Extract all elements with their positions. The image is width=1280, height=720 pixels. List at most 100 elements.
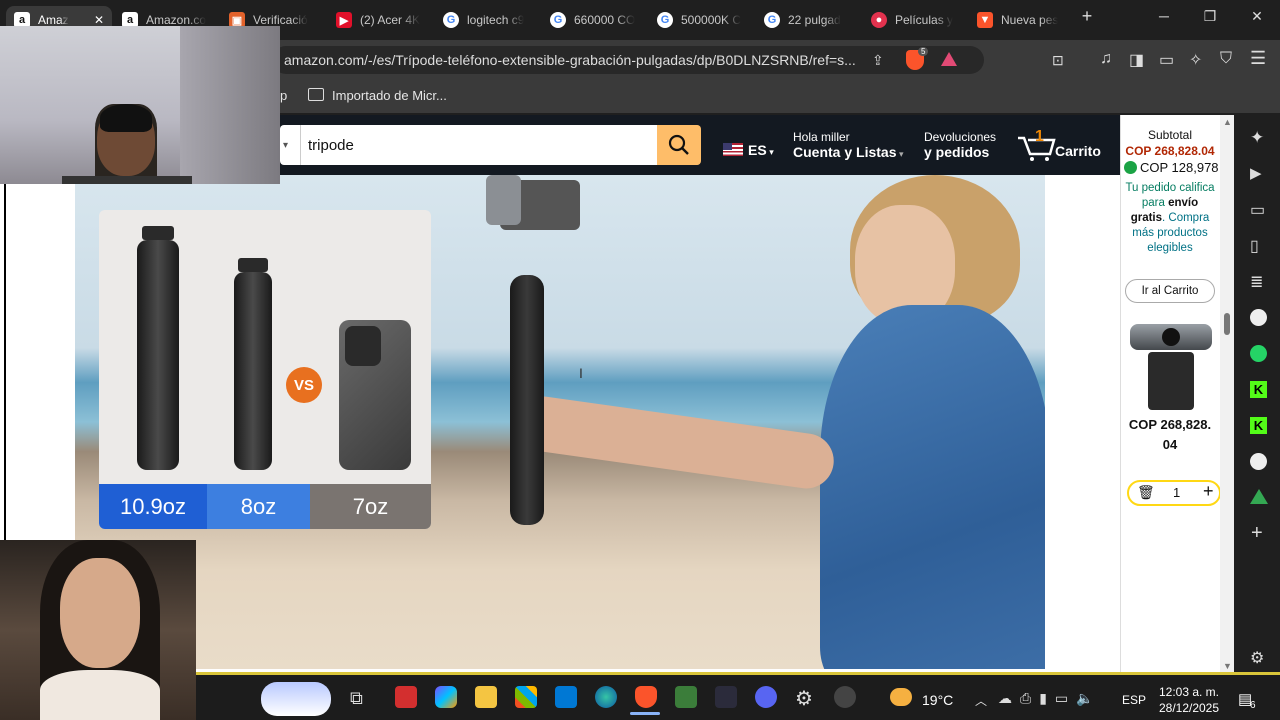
active-app-indicator — [630, 712, 660, 715]
tab-7[interactable]: G 22 pulgad — [764, 6, 859, 34]
youtube-icon: ▶ — [336, 12, 352, 28]
google-icon: G — [764, 12, 780, 28]
us-flag-icon — [723, 143, 743, 156]
cart-label[interactable]: Carrito — [1055, 143, 1101, 159]
film-icon: ● — [871, 12, 887, 28]
weight-label: 7oz — [310, 484, 431, 529]
scrollbar-thumb[interactable] — [1224, 313, 1230, 335]
search-button[interactable] — [657, 125, 701, 165]
scroll-down-icon[interactable]: ▼ — [1223, 661, 1232, 671]
subtotal-value: COP 268,828.04 — [1125, 144, 1215, 158]
tripod-small-image — [234, 258, 272, 470]
app-icon[interactable] — [1250, 453, 1267, 470]
task-view-icon[interactable]: ⧉ — [350, 688, 363, 709]
brave-rewards-icon[interactable] — [941, 52, 957, 66]
obs-icon[interactable] — [834, 686, 856, 708]
google-icon: G — [657, 12, 673, 28]
subtotal-label: Subtotal — [1147, 128, 1193, 142]
tab-9[interactable]: ▼ Nueva pes — [977, 6, 1072, 34]
drive-icon[interactable] — [1250, 489, 1268, 504]
tab-8[interactable]: ● Películas y — [871, 6, 966, 34]
increase-quantity-icon[interactable]: + — [1203, 481, 1214, 502]
steam-icon[interactable]: ⚙ — [795, 686, 813, 711]
store-icon[interactable] — [515, 686, 537, 708]
reading-list-icon[interactable]: ≣ — [1250, 272, 1263, 292]
copilot-icon[interactable] — [435, 686, 457, 708]
phone — [486, 175, 521, 225]
widgets-icon[interactable] — [261, 682, 331, 716]
bookmark-folder[interactable]: Importado de Micr... — [332, 88, 447, 103]
item-price: COP 268,828. 04 — [1128, 417, 1212, 452]
tab-5[interactable]: G 660000 CO — [550, 6, 645, 34]
bookmark-item[interactable]: p — [280, 88, 287, 103]
wps-icon[interactable] — [395, 686, 417, 708]
app-icon[interactable] — [1250, 309, 1267, 326]
screenshot-icon[interactable]: ⊡ — [1052, 52, 1064, 69]
add-panel-icon[interactable]: + — [1251, 522, 1263, 545]
currency-dot-icon — [1124, 161, 1137, 174]
vs-badge: VS — [286, 367, 322, 403]
wallet-icon[interactable]: ▭ — [1250, 200, 1265, 220]
kick-icon[interactable]: K — [1250, 381, 1267, 398]
webcam-overlay-bottom — [0, 540, 196, 720]
tray-expand-icon[interactable]: ︿ — [975, 692, 987, 709]
delete-icon[interactable]: 🗑 — [1137, 484, 1155, 501]
kick-icon[interactable]: K — [1250, 417, 1267, 434]
scroll-up-icon[interactable]: ▲ — [1223, 117, 1232, 127]
webcam-overlay-top — [0, 26, 280, 184]
menu-icon[interactable]: ☰ — [1250, 48, 1266, 69]
davinci-icon[interactable] — [715, 686, 737, 708]
minimize-icon[interactable]: ─ — [1149, 8, 1179, 24]
share-icon[interactable]: ⇪ — [872, 52, 884, 69]
tab-6[interactable]: G 500000K C — [657, 6, 752, 34]
converted-value: COP 128,978 — [1140, 160, 1219, 175]
google-icon: G — [550, 12, 566, 28]
webcam-product-image[interactable] — [1128, 322, 1214, 412]
sidebar-toggle-icon[interactable]: ◨ — [1129, 50, 1144, 70]
video-icon[interactable]: ▶ — [1250, 164, 1262, 182]
go-to-cart-button[interactable]: Ir al Carrito — [1125, 279, 1215, 303]
file-explorer-icon[interactable] — [475, 686, 497, 708]
input-language[interactable]: ESP — [1122, 693, 1146, 707]
brave-icon[interactable] — [635, 686, 657, 708]
whatsapp-icon[interactable] — [1250, 345, 1267, 362]
edge-icon[interactable] — [595, 686, 617, 708]
leo-icon[interactable]: ✦ — [1250, 128, 1264, 148]
wallet-icon[interactable]: ▭ — [1159, 50, 1174, 70]
discord-icon[interactable] — [755, 686, 777, 708]
search-dropdown-icon[interactable]: ▾ — [283, 140, 288, 151]
game-icon[interactable] — [675, 686, 697, 708]
divider — [300, 125, 301, 165]
weather-temp[interactable]: 19°C — [922, 692, 953, 708]
leo-ai-icon[interactable]: ✧ — [1189, 50, 1202, 70]
close-window-icon[interactable]: ✕ — [1242, 8, 1272, 25]
restore-icon[interactable]: ❐ — [1195, 8, 1225, 25]
tripod-large-image — [137, 226, 179, 470]
text-cursor-icon: I — [579, 365, 583, 381]
tray-icons[interactable]: ☁⎙▮▭🔈 — [998, 690, 1102, 707]
arm — [512, 392, 838, 493]
search-input[interactable] — [306, 130, 650, 160]
account-menu[interactable]: Hola miller Cuenta y Listas ▾ — [793, 130, 904, 162]
outlook-icon[interactable] — [555, 686, 577, 708]
new-tab-icon[interactable]: + — [1072, 6, 1102, 27]
vpn-icon[interactable]: ⛉ — [1220, 50, 1232, 68]
model-figure — [810, 175, 1045, 669]
returns-orders[interactable]: Devoluciones y pedidos — [924, 130, 996, 161]
quantity-value: 1 — [1173, 485, 1181, 500]
tab-4[interactable]: G logitech c9 — [443, 6, 538, 34]
tab-3[interactable]: ▶ (2) Acer 4K — [336, 6, 431, 34]
weight-label: 8oz — [207, 484, 310, 529]
clock[interactable]: 12:03 a. m. 28/12/2025 — [1156, 684, 1222, 716]
close-tab-icon[interactable]: ✕ — [94, 13, 104, 27]
cart-count: 1 — [1035, 128, 1044, 145]
weight-comparison-card: VS 10.9oz 8oz 7oz — [99, 210, 431, 529]
bookmarks-icon[interactable]: ▯ — [1250, 236, 1259, 256]
media-icon[interactable]: ♫ — [1100, 50, 1112, 68]
notification-count: 6 — [1250, 700, 1256, 711]
brave-icon: ▼ — [977, 12, 993, 28]
settings-icon[interactable]: ⚙ — [1250, 648, 1264, 668]
scrollbar[interactable] — [1220, 115, 1234, 672]
language-selector[interactable]: ES ▾ — [748, 143, 774, 160]
weather-icon — [890, 688, 912, 706]
